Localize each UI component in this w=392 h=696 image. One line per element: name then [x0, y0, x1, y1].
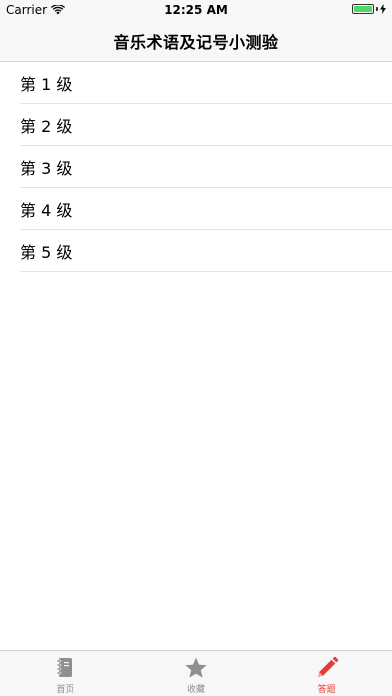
level-item-5[interactable]: 第 5 级	[20, 230, 392, 272]
star-icon	[185, 657, 207, 678]
navigation-bar: 音乐术语及记号小测验	[0, 20, 392, 62]
app-screen: Carrier 12:25 AM 音乐术语及记号小测验 第 1 级 第 2 级 …	[0, 0, 392, 696]
battery-icon	[352, 4, 374, 14]
status-time: 12:25 AM	[164, 3, 228, 17]
battery-level	[354, 6, 372, 12]
charging-bolt-icon	[380, 4, 386, 14]
level-item-4[interactable]: 第 4 级	[20, 188, 392, 230]
level-list: 第 1 级 第 2 级 第 3 级 第 4 级 第 5 级	[0, 62, 392, 272]
tab-quiz-label: 答题	[317, 685, 336, 695]
level-item-1[interactable]: 第 1 级	[20, 62, 392, 104]
page-title: 音乐术语及记号小测验	[113, 32, 279, 52]
tab-home[interactable]: 首页	[0, 651, 131, 696]
pencil-icon	[317, 656, 338, 677]
tab-favorites[interactable]: 收藏	[131, 651, 262, 696]
tab-bar: 首页 收藏 答题	[0, 650, 392, 696]
status-right	[352, 4, 386, 14]
tab-home-label: 首页	[56, 685, 75, 695]
tab-quiz[interactable]: 答题	[261, 651, 392, 696]
level-item-3[interactable]: 第 3 级	[20, 146, 392, 188]
tab-favorites-label: 收藏	[187, 685, 206, 695]
notebook-icon	[57, 658, 73, 677]
level-item-2[interactable]: 第 2 级	[20, 104, 392, 146]
battery-cap	[376, 7, 378, 11]
status-bar: Carrier 12:25 AM	[0, 0, 392, 20]
